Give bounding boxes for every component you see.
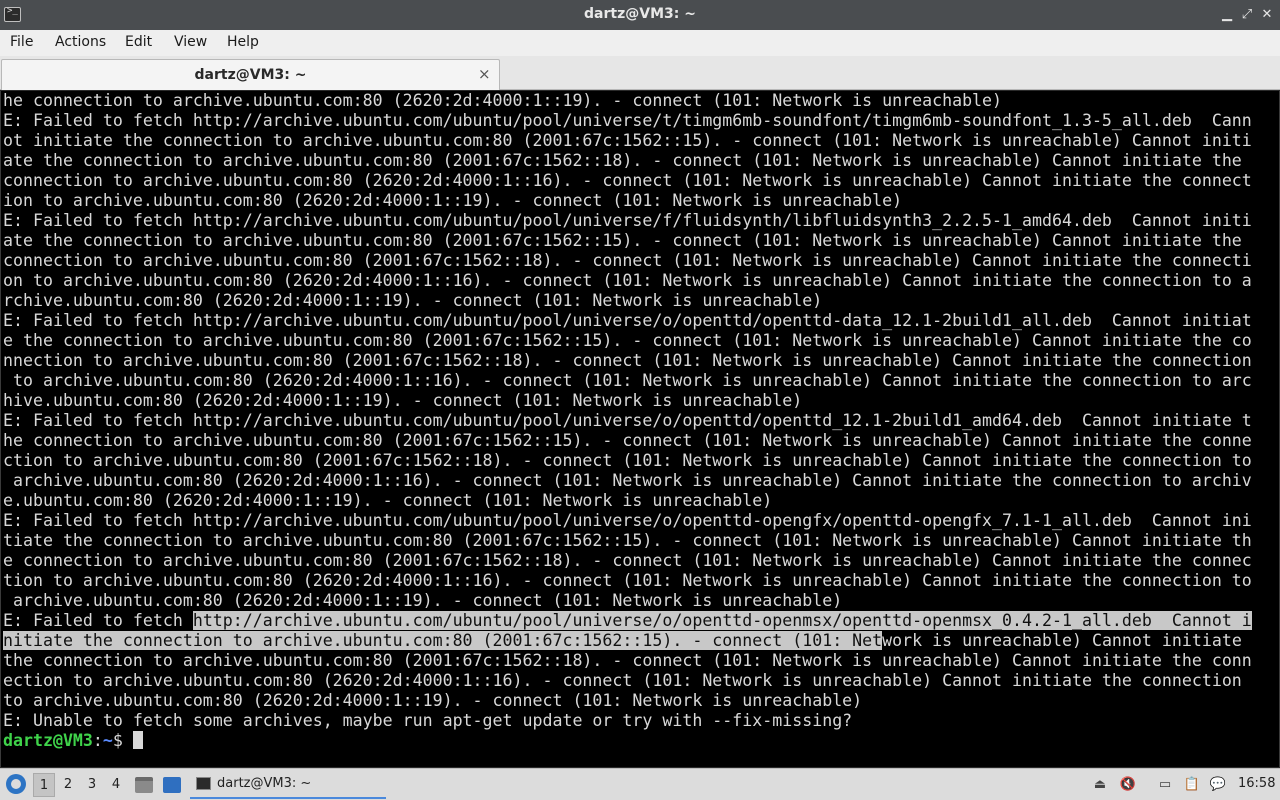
terminal-line: to archive.ubuntu.com:80 (2620:2d:4000:1… (3, 371, 1252, 390)
maximize-button[interactable]: ⤢ (1238, 5, 1256, 25)
terminal-output[interactable]: he connection to archive.ubuntu.com:80 (… (0, 91, 1280, 767)
terminal-line: E: Unable to fetch some archives, maybe … (3, 711, 853, 730)
window-title: dartz@VM3: ~ (584, 6, 696, 22)
clipboard-icon[interactable]: 📋 (1183, 776, 1201, 794)
terminal-line: archive.ubuntu.com:80 (2620:2d:4000:1::1… (3, 471, 1252, 490)
terminal-line: E: Failed to fetch http://archive.ubuntu… (3, 511, 1252, 530)
clock[interactable]: 16:58 (1238, 776, 1275, 791)
tab-close-icon[interactable]: × (478, 65, 491, 83)
terminal-line: archive.ubuntu.com:80 (2620:2d:4000:1::1… (3, 591, 843, 610)
volume-muted-icon[interactable]: 🔇 (1119, 776, 1137, 794)
selected-text: http://archive.ubuntu.com/ubuntu/pool/un… (192, 611, 1252, 630)
terminal-line-selected-2: nitiate the connection to archive.ubuntu… (3, 631, 1242, 651)
terminal-line: E: Failed to fetch http://archive.ubuntu… (3, 311, 1252, 330)
workspace-3[interactable]: 3 (81, 773, 103, 797)
terminal-line: tiate the connection to archive.ubuntu.c… (3, 531, 1252, 550)
terminal-line: to archive.ubuntu.com:80 (2620:2d:4000:1… (3, 691, 863, 710)
terminal-task-icon (196, 777, 211, 790)
terminal-line: tion to archive.ubuntu.com:80 (2620:2d:4… (3, 571, 1252, 590)
menu-help[interactable]: Help (227, 34, 259, 50)
terminal-line: E: Failed to fetch http://archive.ubuntu… (3, 411, 1252, 430)
window-titlebar[interactable]: dartz@VM3: ~ ▁ ⤢ ✕ (0, 0, 1280, 30)
line-text: work is unreachable) Cannot initiate (882, 631, 1242, 650)
close-window-button[interactable]: ✕ (1258, 5, 1276, 25)
text-cursor (132, 731, 143, 749)
terminal-line: ction to archive.ubuntu.com:80 (2001:67c… (3, 451, 1252, 470)
terminal-line-selected-1: E: Failed to fetch http://archive.ubuntu… (3, 611, 1252, 631)
terminal-line: e connection to archive.ubuntu.com:80 (2… (3, 551, 1252, 570)
menu-view[interactable]: View (174, 34, 207, 50)
prompt-separator: : (92, 731, 103, 750)
terminal-line: ot initiate the connection to archive.ub… (3, 131, 1252, 150)
task-label: dartz@VM3: ~ (217, 776, 312, 791)
prompt-user-host: dartz@VM3 (3, 731, 93, 750)
terminal-line: e the connection to archive.ubuntu.com:8… (3, 331, 1252, 350)
terminal-line: E: Failed to fetch http://archive.ubuntu… (3, 111, 1252, 130)
selected-text: nitiate the connection to archive.ubuntu… (3, 631, 883, 650)
terminal-line: connection to archive.ubuntu.com:80 (262… (3, 171, 1252, 190)
show-desktop-icon[interactable] (163, 777, 181, 793)
terminal-line: hive.ubuntu.com:80 (2620:2d:4000:1::19).… (3, 391, 803, 410)
terminal-line: connection to archive.ubuntu.com:80 (200… (3, 251, 1252, 270)
taskbar: 1 2 3 4 dartz@VM3: ~ ⏏ 🔇 ▭ 📋 💬 16:58 (0, 768, 1280, 800)
workspace-4[interactable]: 4 (105, 773, 127, 797)
terminal-line: ate the connection to archive.ubuntu.com… (3, 231, 1242, 250)
terminal-line: the connection to archive.ubuntu.com:80 … (3, 651, 1252, 670)
line-text: E: Failed to fetch (3, 611, 193, 630)
terminal-line: rchive.ubuntu.com:80 (2620:2d:4000:1::19… (3, 291, 823, 310)
terminal-prompt-line[interactable]: dartz@VM3:~$ (3, 731, 143, 751)
terminal-line: e.ubuntu.com:80 (2620:2d:4000:1::19). - … (3, 491, 773, 510)
notification-icon[interactable]: 💬 (1209, 776, 1227, 794)
menu-edit[interactable]: Edit (125, 34, 152, 50)
terminal-line: on to archive.ubuntu.com:80 (2620:2d:400… (3, 271, 1252, 290)
terminal-line: ate the connection to archive.ubuntu.com… (3, 151, 1242, 170)
tab-label: dartz@VM3: ~ (194, 67, 307, 83)
minimize-button[interactable]: ▁ (1218, 5, 1236, 25)
terminal-line: ion to archive.ubuntu.com:80 (2620:2d:40… (3, 191, 903, 210)
prompt-symbol: $ (112, 731, 133, 750)
terminal-line: ection to archive.ubuntu.com:80 (2620:2d… (3, 671, 1242, 690)
menu-actions[interactable]: Actions (55, 34, 106, 50)
tab-bar: dartz@VM3: ~ × (0, 56, 1280, 90)
terminal-tab[interactable]: dartz@VM3: ~ × (1, 59, 500, 90)
terminal-line: E: Failed to fetch http://archive.ubuntu… (3, 211, 1252, 230)
workspace-2[interactable]: 2 (57, 773, 79, 797)
terminal-line: he connection to archive.ubuntu.com:80 (… (3, 431, 1252, 450)
network-icon[interactable]: ▭ (1156, 776, 1174, 794)
start-menu-icon[interactable] (6, 774, 26, 794)
menu-file[interactable]: File (10, 34, 33, 50)
menu-bar: File Actions Edit View Help (0, 30, 1280, 56)
prompt-path: ~ (102, 731, 113, 750)
file-manager-icon[interactable] (135, 777, 153, 793)
terminal-line: he connection to archive.ubuntu.com:80 (… (3, 91, 1003, 110)
terminal-line: nnection to archive.ubuntu.com:80 (2001:… (3, 351, 1252, 370)
workspace-1[interactable]: 1 (33, 773, 55, 797)
eject-icon[interactable]: ⏏ (1091, 776, 1109, 794)
taskbar-terminal-task[interactable]: dartz@VM3: ~ (190, 771, 386, 799)
